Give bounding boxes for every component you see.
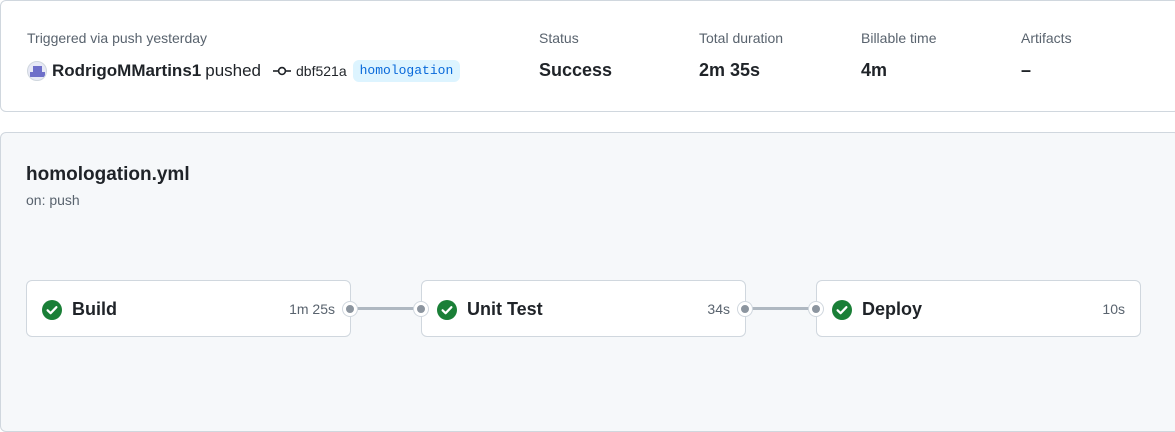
total-duration-label: Total duration <box>699 30 784 46</box>
billable-time-value[interactable]: 4m <box>861 59 887 81</box>
job-card-deploy[interactable]: Deploy 10s <box>816 280 1141 337</box>
job-input-port <box>414 302 428 316</box>
git-commit-icon <box>273 66 292 76</box>
job-connector <box>751 307 811 310</box>
artifacts-label: Artifacts <box>1021 30 1072 46</box>
total-duration-value: 2m 35s <box>699 60 761 80</box>
job-duration: 34s <box>707 301 730 317</box>
job-output-port <box>343 302 357 316</box>
job-output-port <box>738 302 752 316</box>
actor-link[interactable]: RodrigoMMartins1 <box>52 60 201 82</box>
job-duration: 1m 25s <box>289 301 335 317</box>
job-connector <box>356 307 416 310</box>
check-circle-fill-icon <box>437 300 457 320</box>
status-label: Status <box>539 30 579 46</box>
status-value: Success <box>539 60 613 80</box>
job-duration: 10s <box>1102 301 1125 317</box>
job-input-port <box>809 302 823 316</box>
actor-avatar[interactable] <box>27 61 47 81</box>
trigger-row: RodrigoMMartins1 pushed dbf521a homologa… <box>27 59 461 83</box>
commit-sha-link[interactable]: dbf521a <box>296 60 347 82</box>
job-card-build[interactable]: Build 1m 25s <box>26 280 351 337</box>
check-circle-fill-icon <box>42 300 62 320</box>
workflow-file-name: homologation.yml <box>26 164 190 185</box>
trigger-action: pushed <box>205 61 262 80</box>
check-circle-fill-icon <box>832 300 852 320</box>
artifacts-value: – <box>1021 60 1032 80</box>
branch-label[interactable]: homologation <box>352 60 461 82</box>
job-card-unit-test[interactable]: Unit Test 34s <box>421 280 746 337</box>
billable-time-label: Billable time <box>861 30 937 46</box>
workflow-trigger: on: push <box>26 192 80 208</box>
job-name: Deploy <box>862 299 923 319</box>
job-name: Unit Test <box>467 299 543 319</box>
job-name: Build <box>72 299 117 319</box>
trigger-description: Triggered via push yesterday <box>27 30 208 46</box>
run-summary-card: Triggered via push yesterday RodrigoMMar… <box>0 0 1175 112</box>
